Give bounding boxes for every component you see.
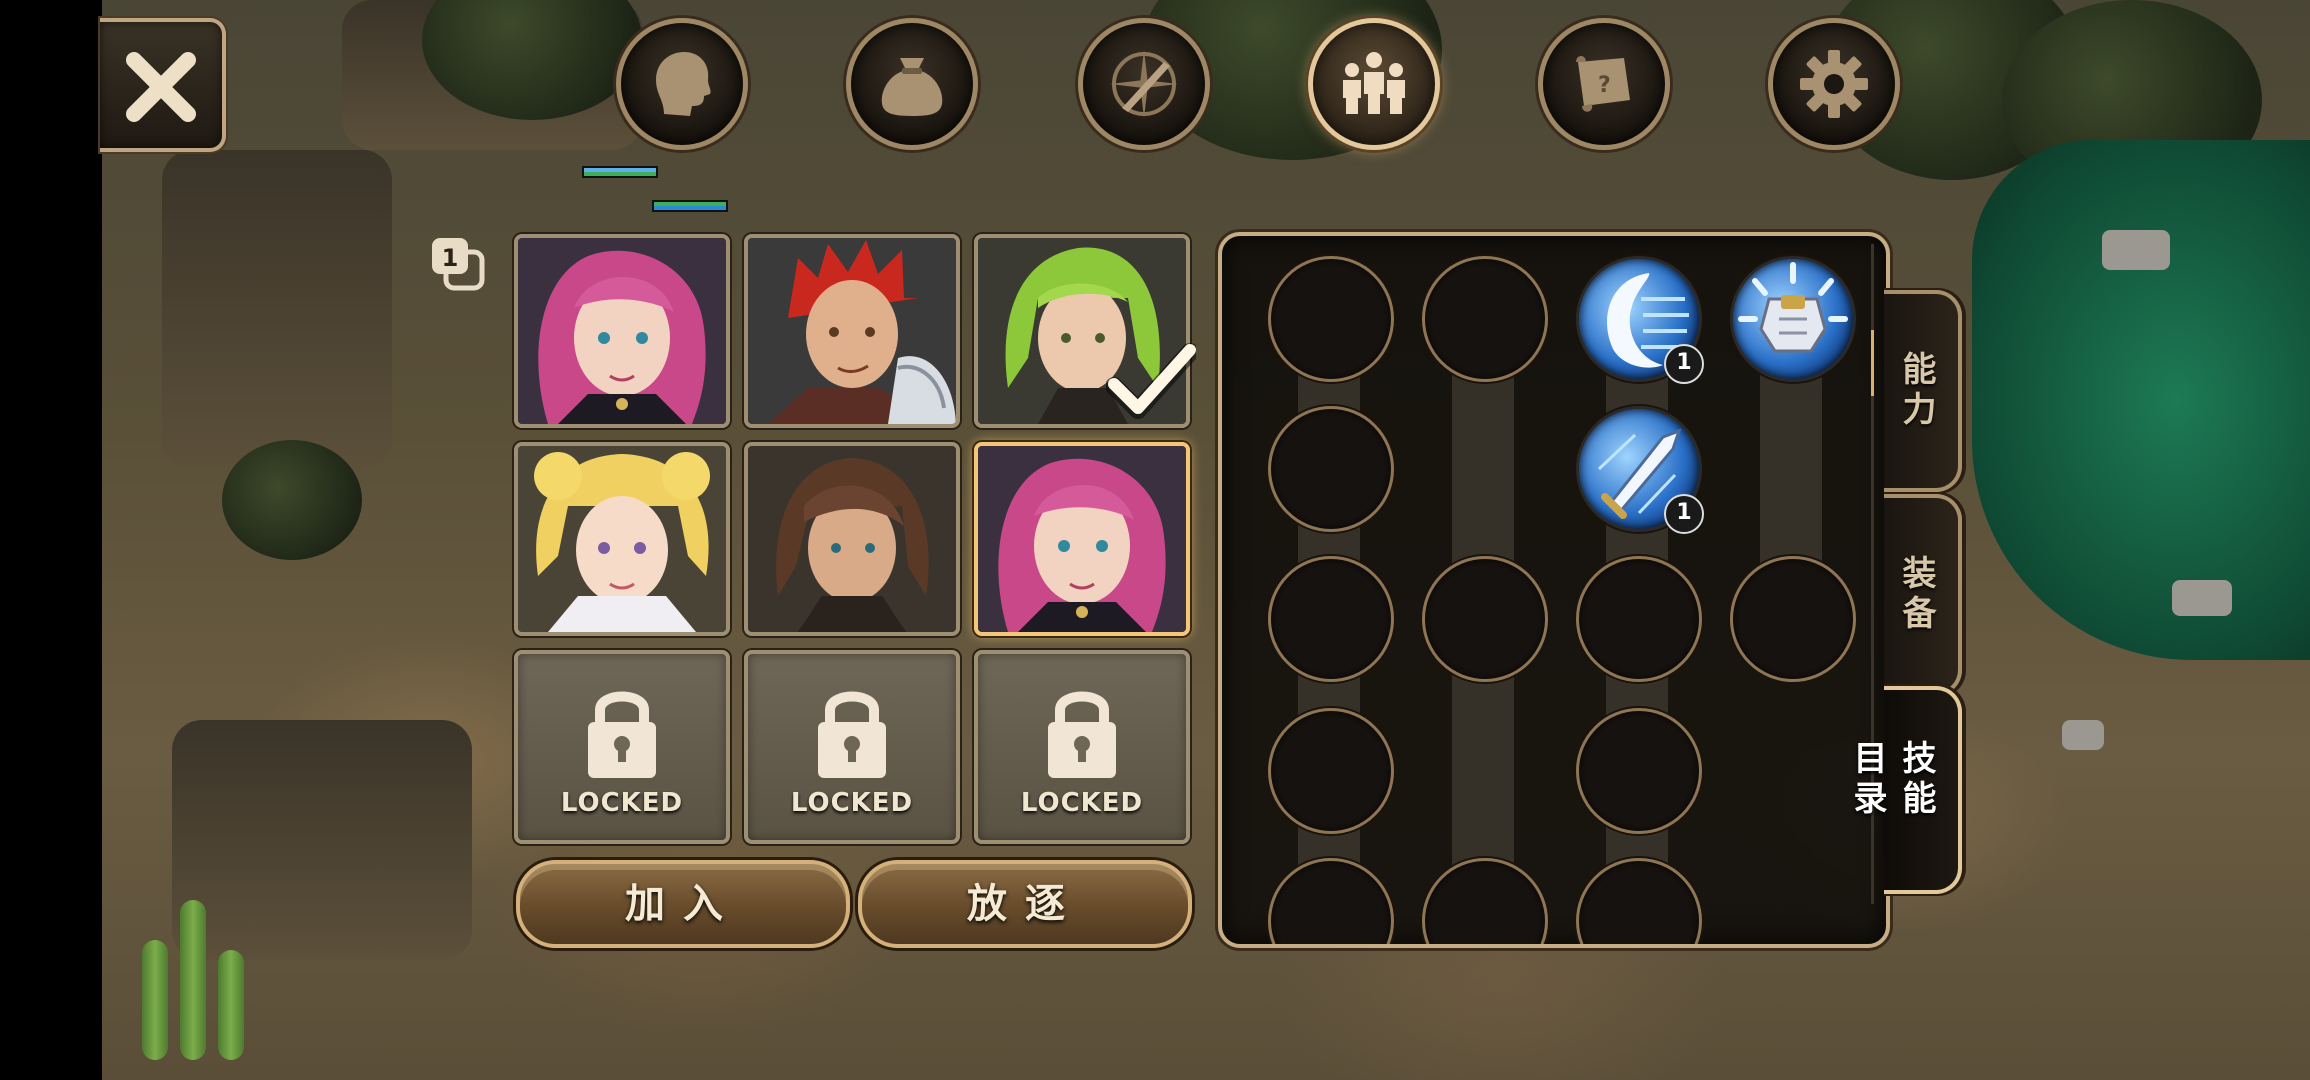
party-member-slot[interactable] xyxy=(744,234,960,428)
empty-skill-slot[interactable] xyxy=(1268,556,1394,682)
inventory-menu-button[interactable] xyxy=(846,18,978,150)
brown-haired-man-portrait xyxy=(748,446,956,632)
settings-menu-button[interactable] xyxy=(1768,18,1900,150)
tab-ability[interactable]: 能力 xyxy=(1884,290,1962,492)
locked-label: LOCKED xyxy=(790,788,914,818)
empty-skill-slot[interactable] xyxy=(1268,256,1394,382)
skill-slot[interactable] xyxy=(1730,256,1856,382)
quest-menu-button[interactable]: ? xyxy=(1538,18,1670,150)
locked-party-slot: LOCKED xyxy=(744,650,960,844)
tab-equipment-label: 装备 xyxy=(1896,555,1936,635)
cliff-wall xyxy=(172,720,472,960)
skill-tree-panel[interactable]: 1 1 xyxy=(1218,232,1890,948)
party-icon xyxy=(1343,52,1405,114)
svg-text:1: 1 xyxy=(442,244,459,272)
party-member-slot-selected[interactable] xyxy=(974,442,1190,636)
pink-haired-woman-portrait xyxy=(978,446,1186,632)
svg-text:?: ? xyxy=(1598,73,1611,98)
gear-icon xyxy=(1800,50,1868,118)
lock-icon xyxy=(1048,691,1116,778)
head-icon xyxy=(656,52,711,116)
tab-equipment[interactable]: 装备 xyxy=(1884,494,1962,696)
tab-skill-catalog[interactable]: 技能目录 xyxy=(1847,686,1962,894)
pink-haired-woman-portrait xyxy=(518,238,726,424)
locked-label: LOCKED xyxy=(560,788,684,818)
empty-skill-slot[interactable] xyxy=(1422,858,1548,944)
close-button[interactable] xyxy=(100,18,226,152)
locked-party-slot: LOCKED xyxy=(514,650,730,844)
checkmark-icon xyxy=(1106,343,1196,419)
close-icon xyxy=(126,52,196,122)
rock xyxy=(2062,720,2104,750)
red-haired-knight-portrait xyxy=(748,238,956,424)
tab-ability-label: 能力 xyxy=(1896,351,1936,431)
compass-sword-icon xyxy=(1110,50,1178,118)
rock xyxy=(2102,230,2170,270)
party-member-slot[interactable] xyxy=(514,442,730,636)
empty-skill-slot[interactable] xyxy=(1268,406,1394,532)
party-count-badge: 1 xyxy=(426,232,490,296)
party-count-icon: 1 xyxy=(432,238,485,291)
bush xyxy=(222,440,362,560)
bag-icon xyxy=(881,58,943,116)
join-button[interactable]: 加入 xyxy=(516,860,850,948)
scroll-icon: ? xyxy=(1576,56,1630,112)
party-menu-button[interactable] xyxy=(1308,18,1440,150)
rock xyxy=(2172,580,2232,616)
skill-level-badge: 1 xyxy=(1664,344,1704,384)
unit-health-bar xyxy=(582,166,658,178)
tab-skill-catalog-label: 技能目录 xyxy=(1847,740,1936,820)
empty-skill-slot[interactable] xyxy=(1576,858,1702,944)
unit-health-bar xyxy=(652,200,728,212)
expel-button[interactable]: 放逐 xyxy=(858,860,1192,948)
locked-label: LOCKED xyxy=(1020,788,1144,818)
empty-skill-slot[interactable] xyxy=(1268,858,1394,944)
game-world-background xyxy=(102,0,2310,1080)
cactus xyxy=(180,900,206,1060)
empty-skill-slot[interactable] xyxy=(1268,708,1394,834)
empty-skill-slot[interactable] xyxy=(1422,556,1548,682)
lock-icon xyxy=(588,691,656,778)
armor-burst-skill-icon xyxy=(1738,262,1848,353)
cactus xyxy=(218,950,244,1060)
cliff-wall xyxy=(162,150,392,470)
skill-level-badge: 1 xyxy=(1664,494,1704,534)
blonde-woman-portrait xyxy=(518,446,726,632)
party-member-slot[interactable] xyxy=(744,442,960,636)
empty-skill-slot[interactable] xyxy=(1576,556,1702,682)
pond-water xyxy=(1972,140,2310,660)
cactus xyxy=(142,940,168,1060)
locked-party-slot: LOCKED xyxy=(974,650,1190,844)
lock-icon xyxy=(818,691,886,778)
empty-skill-slot[interactable] xyxy=(1422,256,1548,382)
map-menu-button[interactable] xyxy=(1078,18,1210,150)
party-member-slot[interactable] xyxy=(514,234,730,428)
empty-skill-slot[interactable] xyxy=(1730,556,1856,682)
character-menu-button[interactable] xyxy=(616,18,748,150)
skill-panel-scroll-thumb[interactable] xyxy=(1871,330,1874,396)
empty-skill-slot[interactable] xyxy=(1576,708,1702,834)
